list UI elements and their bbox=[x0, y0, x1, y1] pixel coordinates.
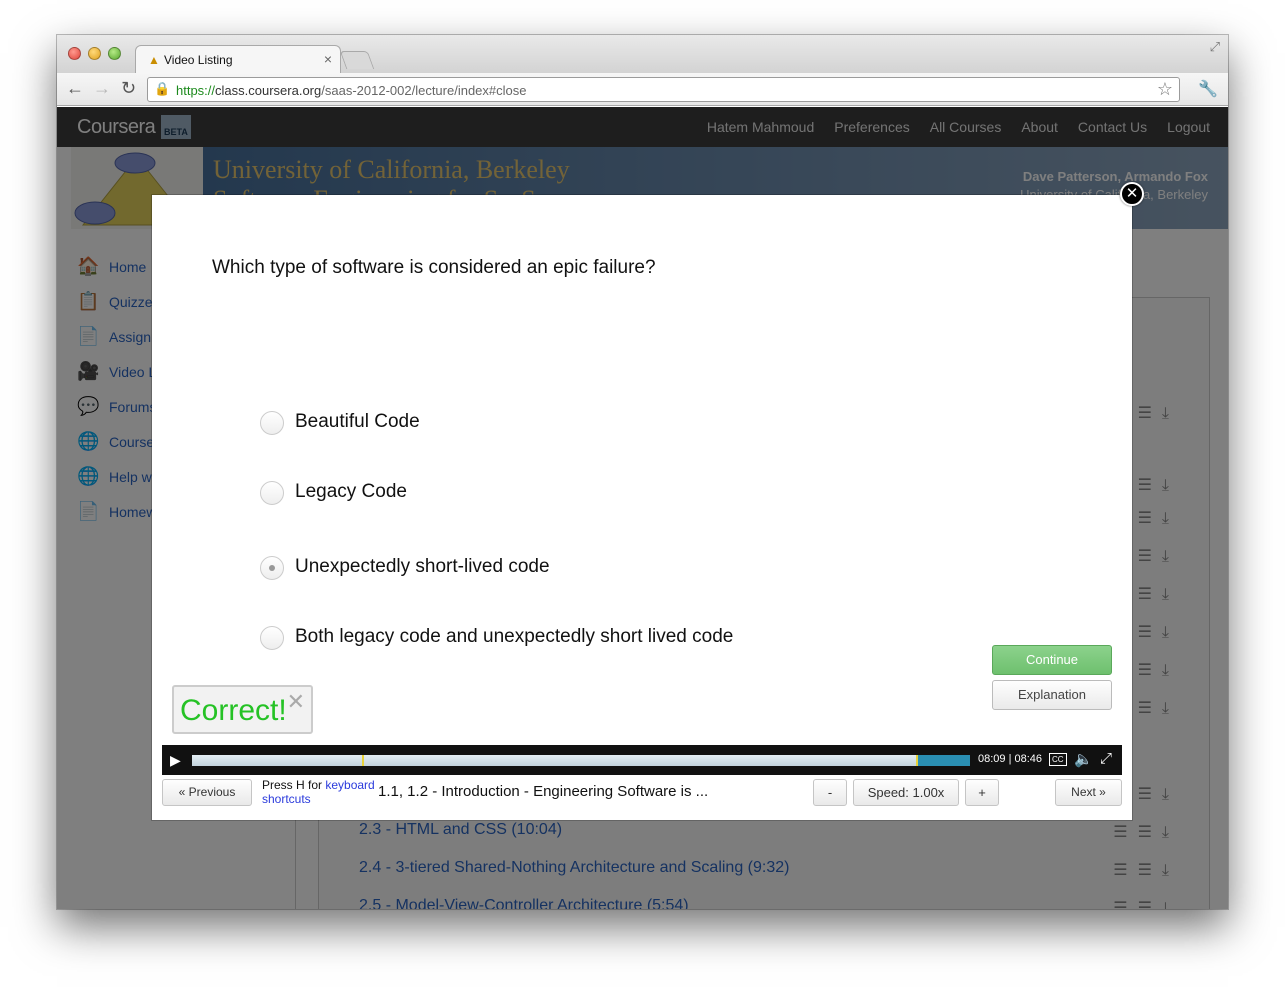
next-button[interactable]: Next » bbox=[1055, 779, 1122, 806]
quiz-question: Which type of software is considered an … bbox=[212, 257, 656, 278]
page-content: Coursera BETA Hatem Mahmoud Preferences … bbox=[57, 107, 1228, 909]
time-readout: 08:09 | 08:46 bbox=[978, 753, 1043, 765]
new-tab-button[interactable] bbox=[339, 51, 375, 69]
feedback-correct-text: Correct! bbox=[180, 694, 287, 727]
title-bar: ▲ Video Listing × ⤢ bbox=[57, 35, 1228, 73]
browser-toolbar: ← → ↻ 🔒 https://class.coursera.org/saas-… bbox=[57, 73, 1228, 106]
volume-icon[interactable]: 🔈 bbox=[1074, 750, 1093, 768]
window-close-button[interactable] bbox=[68, 47, 81, 60]
seek-bar[interactable] bbox=[192, 755, 970, 766]
window-minimize-button[interactable] bbox=[88, 47, 101, 60]
tab-close-icon[interactable]: × bbox=[324, 51, 332, 67]
speed-display[interactable]: Speed: 1.00x bbox=[853, 779, 959, 806]
quiz-marker bbox=[362, 755, 364, 766]
lecture-title: 1.1, 1.2 - Introduction - Engineering So… bbox=[378, 783, 709, 800]
window-zoom-button[interactable] bbox=[108, 47, 121, 60]
modal-close-icon[interactable]: ✕ bbox=[1120, 182, 1144, 206]
browser-tab[interactable]: ▲ Video Listing × bbox=[135, 45, 341, 73]
feedback-box: Correct! ✕ bbox=[172, 685, 313, 734]
reload-icon[interactable]: ↻ bbox=[121, 78, 136, 99]
feedback-close-icon[interactable]: ✕ bbox=[287, 689, 305, 715]
option-radio-selected[interactable] bbox=[260, 556, 284, 580]
keyboard-link[interactable]: keyboard bbox=[325, 778, 374, 792]
lecture-controls: « Previous Press H for keyboard shortcut… bbox=[162, 777, 1122, 809]
coursera-favicon-icon: ▲ bbox=[148, 53, 160, 67]
option-radio[interactable] bbox=[260, 481, 284, 505]
closed-captions-icon[interactable]: CC bbox=[1049, 753, 1067, 766]
continue-button[interactable]: Continue bbox=[992, 645, 1112, 675]
explanation-button[interactable]: Explanation bbox=[992, 680, 1112, 710]
url-text[interactable]: https://class.coursera.org/saas-2012-002… bbox=[176, 83, 527, 98]
shortcuts-link[interactable]: shortcuts bbox=[262, 792, 311, 806]
browser-window: ▲ Video Listing × ⤢ ← → ↻ 🔒 https://clas… bbox=[57, 35, 1228, 909]
tab-title: Video Listing bbox=[164, 53, 233, 67]
video-player-bar: ▶ 08:09 | 08:46 CC 🔈 ⤢ bbox=[162, 745, 1122, 775]
back-arrow-icon[interactable]: ← bbox=[66, 78, 84, 99]
in-video-quiz-modal: Which type of software is considered an … bbox=[152, 195, 1132, 820]
previous-button[interactable]: « Previous bbox=[162, 779, 252, 806]
keyboard-help-text: Press H for keyboard bbox=[262, 778, 375, 792]
option-radio[interactable] bbox=[260, 626, 284, 650]
fullscreen-icon[interactable]: ⤢ bbox=[1210, 39, 1220, 55]
option-radio[interactable] bbox=[260, 411, 284, 435]
bookmark-star-icon[interactable]: ☆ bbox=[1157, 79, 1173, 100]
address-bar[interactable]: 🔒 https://class.coursera.org/saas-2012-0… bbox=[147, 77, 1180, 102]
speed-decrease-button[interactable]: - bbox=[813, 779, 847, 806]
lock-icon: 🔒 bbox=[154, 81, 171, 96]
seek-bar-played bbox=[192, 755, 916, 766]
playhead-marker[interactable] bbox=[916, 755, 918, 766]
wrench-menu-icon[interactable]: 🔧 bbox=[1198, 79, 1218, 99]
play-icon[interactable]: ▶ bbox=[170, 752, 181, 769]
speed-increase-button[interactable]: + bbox=[965, 779, 999, 806]
forward-arrow-icon[interactable]: → bbox=[93, 78, 111, 99]
fullscreen-expand-icon[interactable]: ⤢ bbox=[1100, 750, 1112, 767]
